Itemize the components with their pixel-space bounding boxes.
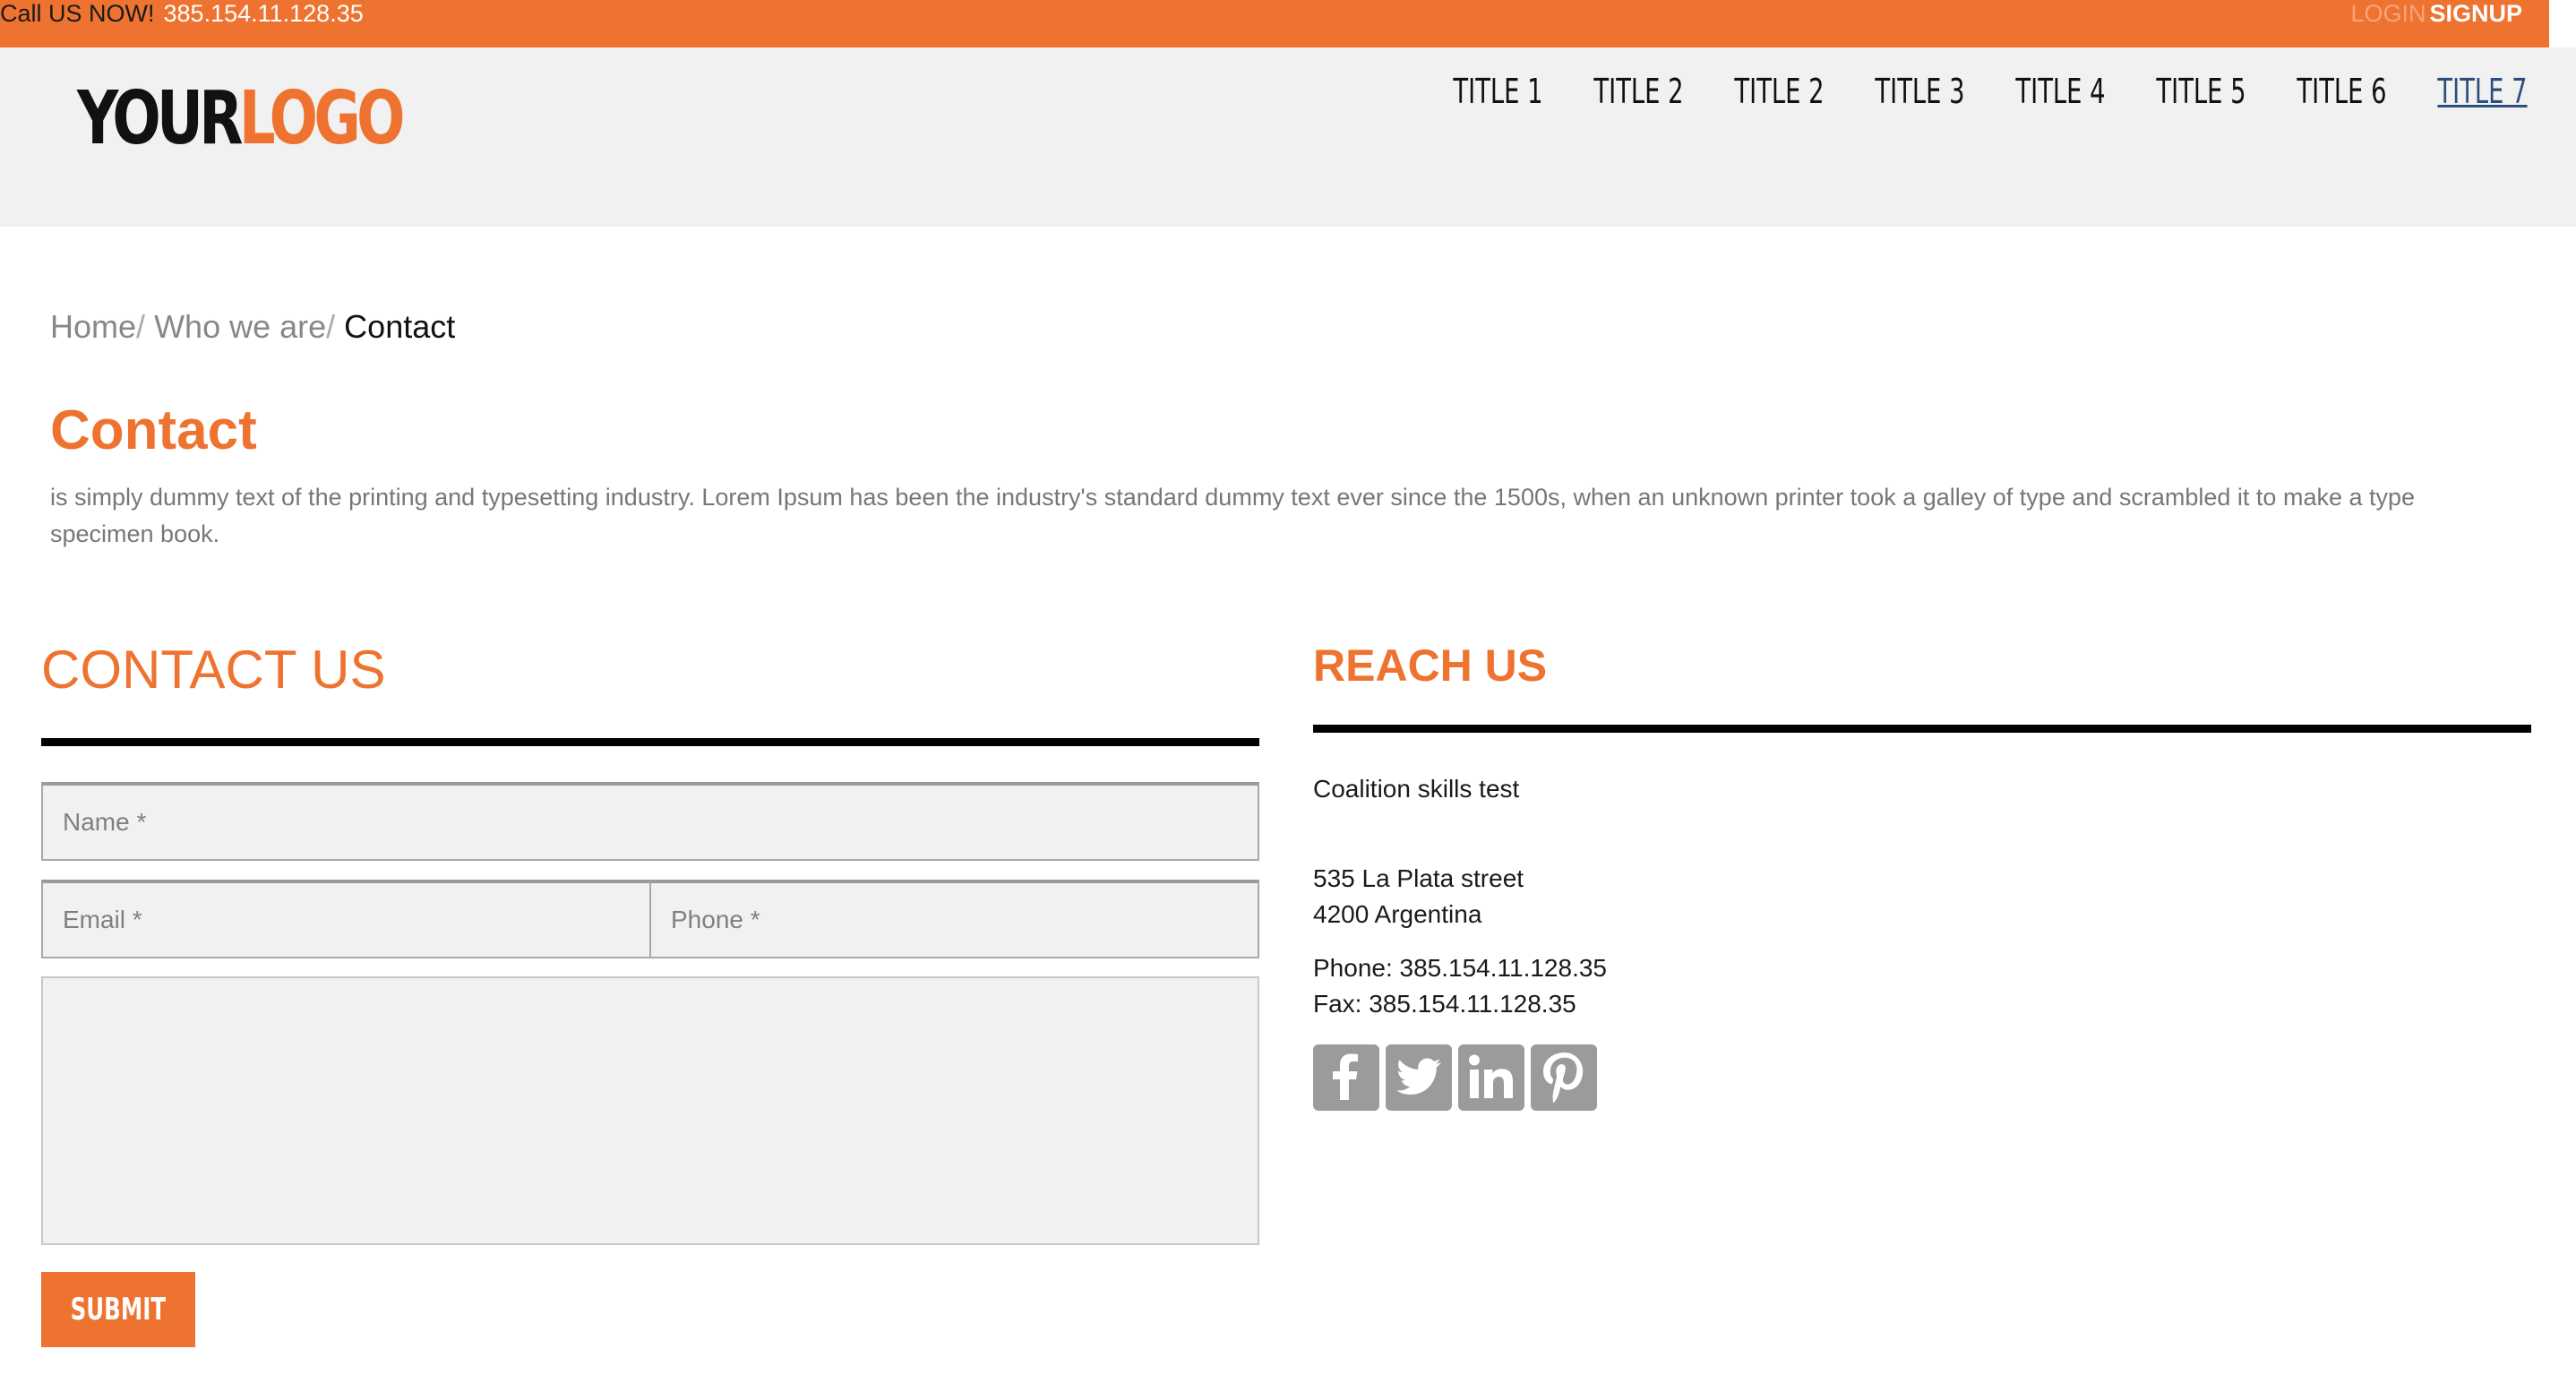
- message-textarea[interactable]: [41, 976, 1259, 1245]
- nav-item-title-1[interactable]: TITLE 1: [1447, 72, 1549, 111]
- facebook-icon[interactable]: [1313, 1044, 1379, 1111]
- contact-us-heading: CONTACT US: [41, 640, 386, 700]
- breadcrumb-who-we-are[interactable]: Who we are: [154, 308, 326, 345]
- address-line-2: 4200 Argentina: [1313, 900, 1482, 928]
- name-input[interactable]: [41, 782, 1259, 861]
- site-header: YOURLOGO TITLE 1 TITLE 2 TITLE 2 TITLE 3…: [0, 47, 2576, 227]
- nav-item-title-5[interactable]: TITLE 5: [2151, 72, 2252, 111]
- linkedin-icon[interactable]: [1458, 1044, 1524, 1111]
- call-us: Call US NOW! 385.154.11.128.35: [0, 0, 364, 27]
- reach-divider: [1313, 725, 2531, 733]
- pinterest-icon-glyph: [1543, 1053, 1584, 1104]
- page-intro: is simply dummy text of the printing and…: [50, 484, 2416, 547]
- pinterest-icon[interactable]: [1531, 1044, 1597, 1111]
- nav-item-title-4[interactable]: TITLE 4: [2010, 72, 2111, 111]
- nav-item-title-2-second[interactable]: TITLE 2: [1729, 72, 1830, 111]
- submit-button-label: SUBMIT: [70, 1292, 167, 1328]
- main-nav: TITLE 1 TITLE 2 TITLE 2 TITLE 3 TITLE 4 …: [1428, 60, 2553, 123]
- nav-item-title-3[interactable]: TITLE 3: [1869, 72, 1971, 111]
- logo-part-logo: LOGO: [238, 76, 406, 161]
- breadcrumb-home[interactable]: Home: [50, 308, 136, 345]
- call-us-phone[interactable]: 385.154.11.128.35: [164, 0, 364, 27]
- nav-item-title-6[interactable]: TITLE 6: [2291, 72, 2392, 111]
- organization-name: Coalition skills test: [1313, 775, 1520, 803]
- facebook-icon-glyph: [1333, 1053, 1358, 1100]
- submit-button[interactable]: SUBMIT: [41, 1272, 195, 1347]
- social-links: [1313, 1044, 1597, 1111]
- login-link[interactable]: LOGIN: [2350, 0, 2426, 27]
- contact-fax: Fax: 385.154.11.128.35: [1313, 990, 1576, 1018]
- page: Call US NOW! 385.154.11.128.35 LOGIN SIGNU…: [0, 0, 2576, 1392]
- twitter-icon-glyph: [1396, 1058, 1441, 1095]
- address-line-1: 535 La Plata street: [1313, 864, 1524, 892]
- breadcrumb: Home/ Who we are/ Contact: [50, 308, 455, 346]
- phone-input[interactable]: [649, 880, 1259, 958]
- nav-item-title-7[interactable]: TITLE 7: [2432, 72, 2533, 111]
- site-logo[interactable]: YOURLOGO: [77, 74, 406, 164]
- email-input[interactable]: [41, 880, 651, 958]
- call-us-label: Call US NOW!: [0, 0, 155, 27]
- page-title: Contact: [50, 400, 257, 461]
- signup-link[interactable]: SIGNUP: [2429, 0, 2522, 27]
- top-bar: Call US NOW! 385.154.11.128.35 LOGIN SIGNU…: [0, 0, 2549, 47]
- auth-links: LOGIN SIGNUP: [2350, 0, 2522, 27]
- linkedin-icon-glyph: [1469, 1054, 1513, 1098]
- breadcrumb-separator: /: [136, 308, 146, 345]
- contact-divider: [41, 738, 1259, 746]
- nav-item-title-2[interactable]: TITLE 2: [1588, 72, 1689, 111]
- breadcrumb-separator: /: [326, 308, 336, 345]
- breadcrumb-current: Contact: [344, 308, 456, 345]
- reach-us-heading: REACH US: [1313, 640, 1548, 691]
- logo-part-your: YOUR: [77, 76, 244, 161]
- contact-phone: Phone: 385.154.11.128.35: [1313, 954, 1608, 982]
- twitter-icon[interactable]: [1386, 1044, 1452, 1111]
